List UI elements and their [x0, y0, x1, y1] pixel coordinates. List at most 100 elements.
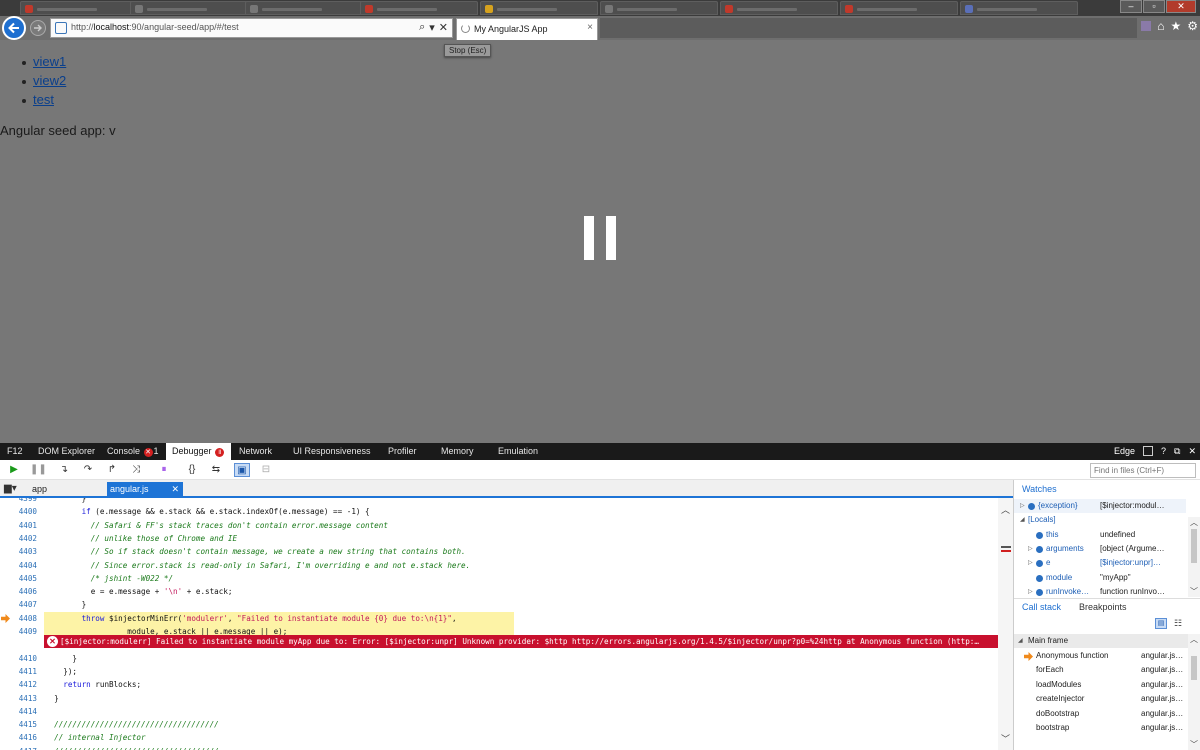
window-tab[interactable]	[20, 1, 138, 15]
back-button[interactable]	[2, 16, 26, 40]
watch-row[interactable]: ▷ runInvoke… function runInvo…	[1014, 585, 1186, 599]
tab-breakpoints[interactable]: Breakpoints	[1079, 602, 1127, 612]
find-in-files-input[interactable]	[1090, 463, 1196, 478]
expand-triangle-icon[interactable]: ▷	[1028, 556, 1033, 570]
word-wrap-icon[interactable]: ⇆	[208, 463, 224, 477]
code-line[interactable]: 4414	[0, 705, 1000, 718]
code-line[interactable]: 4415 ///////////////////////////////////…	[0, 718, 1000, 731]
code-line[interactable]: 4404 // Since error.stack is read-only i…	[0, 559, 1000, 572]
window-tab[interactable]	[720, 1, 838, 15]
scroll-down-icon[interactable]: ﹀	[1190, 739, 1198, 750]
line-number[interactable]: 4416	[0, 731, 37, 744]
window-tab[interactable]	[480, 1, 598, 15]
step-over-icon[interactable]: ↷	[80, 463, 96, 477]
line-number[interactable]: 4400	[0, 505, 37, 518]
code-line[interactable]: 4417 ///////////////////////////////////…	[0, 745, 1000, 750]
watch-row[interactable]: ▷ {exception} [$injector:modul…	[1014, 499, 1186, 513]
new-tab-area[interactable]	[600, 18, 1137, 38]
show-library-frames-icon[interactable]: ▤	[1155, 618, 1167, 629]
line-number[interactable]: 4401	[0, 519, 37, 532]
code-line[interactable]: 4412 return runBlocks;	[0, 678, 1000, 691]
scrollbar-thumb[interactable]	[1191, 529, 1197, 563]
tab-memory[interactable]: Memory	[441, 443, 474, 460]
window-tab[interactable]	[360, 1, 478, 15]
scroll-up-icon[interactable]: ︿	[1190, 517, 1198, 528]
continue-icon[interactable]: ▶	[6, 463, 22, 477]
window-tab[interactable]	[960, 1, 1078, 15]
address-bar[interactable]: http://localhost:90/angular-seed/app/#/t…	[50, 18, 453, 38]
code-line[interactable]: 4400 if (e.message && e.stack && e.stack…	[0, 505, 1000, 518]
main-frame-header[interactable]: ◢ Main frame	[1014, 634, 1189, 648]
help-button[interactable]: ?	[1161, 443, 1166, 460]
expand-triangle-icon[interactable]: ▷	[1028, 542, 1033, 556]
scroll-down-icon[interactable]: ﹀	[1190, 586, 1198, 597]
tab-close-icon[interactable]: ×	[587, 22, 593, 33]
file-tab-app[interactable]: app	[32, 482, 47, 496]
chevron-down-icon[interactable]: ▾	[429, 21, 435, 34]
call-stack-row[interactable]: forEach angular.js…	[1014, 663, 1186, 677]
line-number[interactable]: 4406	[0, 585, 37, 598]
watches-header[interactable]: Watches	[1014, 480, 1200, 498]
window-tab[interactable]	[600, 1, 718, 15]
extension-icon[interactable]	[1141, 21, 1152, 31]
scroll-up-icon[interactable]: ︿	[1001, 503, 1010, 516]
watch-row[interactable]: module "myApp"	[1014, 571, 1186, 585]
code-line[interactable]: 4403 // So if stack doesn't contain mess…	[0, 545, 1000, 558]
tab-ui-responsiveness[interactable]: UI Responsiveness	[293, 443, 371, 460]
call-stack-row[interactable]: Anonymous function angular.js…	[1014, 649, 1186, 663]
forward-button[interactable]	[30, 20, 46, 36]
nav-link-test[interactable]: test	[33, 92, 54, 107]
scroll-up-icon[interactable]: ︿	[1190, 634, 1198, 645]
code-line[interactable]: 4405 /* jshint -W022 */	[0, 572, 1000, 585]
code-line[interactable]: 4411 });	[0, 665, 1000, 678]
scroll-down-icon[interactable]: ﹀	[1001, 732, 1010, 745]
watch-row[interactable]: this undefined	[1014, 528, 1186, 542]
search-icon[interactable]: ⌕	[419, 21, 425, 34]
code-line[interactable]: 4407 }	[0, 598, 1000, 611]
code-line[interactable]: 4406 e = e.message + '\n' + e.stack;	[0, 585, 1000, 598]
watch-row[interactable]: ▷ arguments [object (Argume…	[1014, 542, 1186, 556]
line-number[interactable]: 4409	[0, 625, 37, 638]
tab-dom-explorer[interactable]: DOM Explorer	[38, 443, 95, 460]
line-number[interactable]: 4403	[0, 545, 37, 558]
editor-scrollbar[interactable]: ︿ ﹀	[998, 498, 1013, 750]
tab-debugger[interactable]: Debugger ॥	[166, 443, 232, 460]
console-toggle-icon[interactable]	[1143, 446, 1153, 456]
watch-scrollbar[interactable]: ︿ ﹀	[1188, 517, 1200, 597]
call-stack-row[interactable]: doBootstrap angular.js…	[1014, 707, 1186, 721]
browser-tab-active[interactable]: My AngularJS App ×	[456, 18, 598, 40]
line-number[interactable]: 4413	[0, 692, 37, 705]
code-line[interactable]: 4408 throw $injectorMinErr('modulerr', "…	[0, 611, 1000, 625]
expand-triangle-icon[interactable]: ▷	[1020, 499, 1025, 513]
window-tab[interactable]	[245, 1, 363, 15]
watch-row[interactable]: ◢ [Locals]	[1014, 513, 1186, 527]
line-number[interactable]: 4414	[0, 705, 37, 718]
pretty-print-icon[interactable]: {}	[184, 463, 200, 477]
line-number[interactable]: 4415	[0, 718, 37, 731]
line-number[interactable]: 4417	[0, 745, 37, 750]
tab-profiler[interactable]: Profiler	[388, 443, 417, 460]
code-line[interactable]: 4401 // Safari & FF's stack traces don't…	[0, 519, 1000, 532]
code-line[interactable]: 4399 }	[0, 498, 1000, 505]
line-number[interactable]: 4410	[0, 652, 37, 665]
exception-behavior-icon[interactable]: ⏸	[156, 463, 172, 477]
close-devtools-button[interactable]: ✕	[1188, 443, 1196, 460]
window-tab[interactable]	[840, 1, 958, 15]
file-tab-angular-js[interactable]: angular.js ✕	[107, 482, 183, 496]
expand-triangle-icon[interactable]: ◢	[1020, 513, 1025, 527]
line-number[interactable]: 4404	[0, 559, 37, 572]
line-number[interactable]: 4402	[0, 532, 37, 545]
window-tab[interactable]	[130, 1, 248, 15]
line-number[interactable]: 4399	[0, 498, 37, 505]
code-line[interactable]: 4416 // internal Injector	[0, 731, 1000, 744]
nav-link-view1[interactable]: view1	[33, 54, 66, 69]
stop-icon[interactable]: ✕	[439, 21, 448, 34]
document-mode-dropdown[interactable]: Edge	[1114, 443, 1135, 460]
line-number[interactable]: 4412	[0, 678, 37, 691]
tab-call-stack[interactable]: Call stack	[1022, 602, 1061, 612]
nav-link-view2[interactable]: view2	[33, 73, 66, 88]
step-into-icon[interactable]: ↴	[56, 463, 72, 477]
callstack-scrollbar[interactable]: ︿ ﹀	[1188, 634, 1200, 750]
home-icon[interactable]: ⌂	[1157, 19, 1164, 33]
disable-breakpoints-icon[interactable]: ⊟	[258, 463, 274, 477]
